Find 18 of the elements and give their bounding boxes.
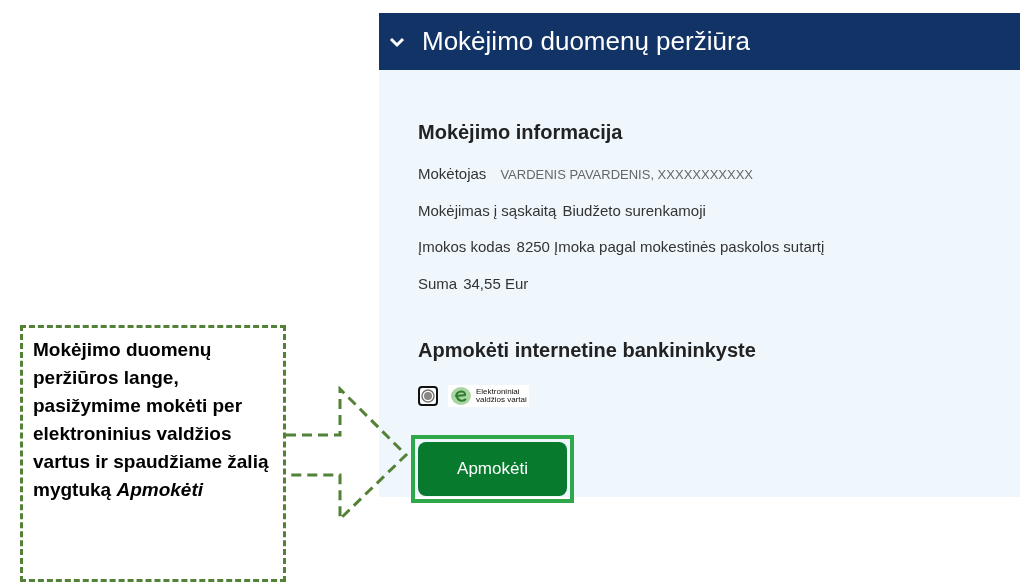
field-label: Suma — [418, 273, 458, 294]
field-label: Mokėtojas — [418, 164, 487, 184]
field-label: Mokėjimas į sąskaitą — [418, 200, 557, 221]
radio-button[interactable] — [418, 386, 438, 406]
field-value: VARDENIS PAVARDENIS, XXXXXXXXXXX — [500, 166, 753, 184]
field-value: Biudžeto surenkamoji — [562, 200, 706, 221]
section-heading: Apmokėti internetine bankininkyste — [418, 338, 756, 363]
swirl-icon — [450, 386, 472, 406]
pay-button[interactable]: Apmokėti — [418, 442, 567, 496]
panel-header[interactable]: Mokėjimo duomenų peržiūra — [379, 13, 1020, 70]
section-heading: Mokėjimo informacija — [418, 120, 623, 145]
field-label: Įmokos kodas — [418, 237, 511, 257]
logo-text: Elektroniniai — [476, 388, 521, 396]
field-value: 34,55 Eur — [463, 273, 529, 294]
field-value: 8250 Įmoka pagal mokestinės paskolos sutartį — [516, 237, 825, 257]
logo-text: valdžios vartai — [476, 396, 527, 404]
panel-title: Mokėjimo duomenų peržiūra — [422, 25, 751, 58]
callout-text: Mokėjimo duomenų peržiūros lange, pasižymime mokėti per elektroninius valdžios vartus ir spaudžiame žalią mygtuką Apmokėti — [33, 338, 270, 502]
